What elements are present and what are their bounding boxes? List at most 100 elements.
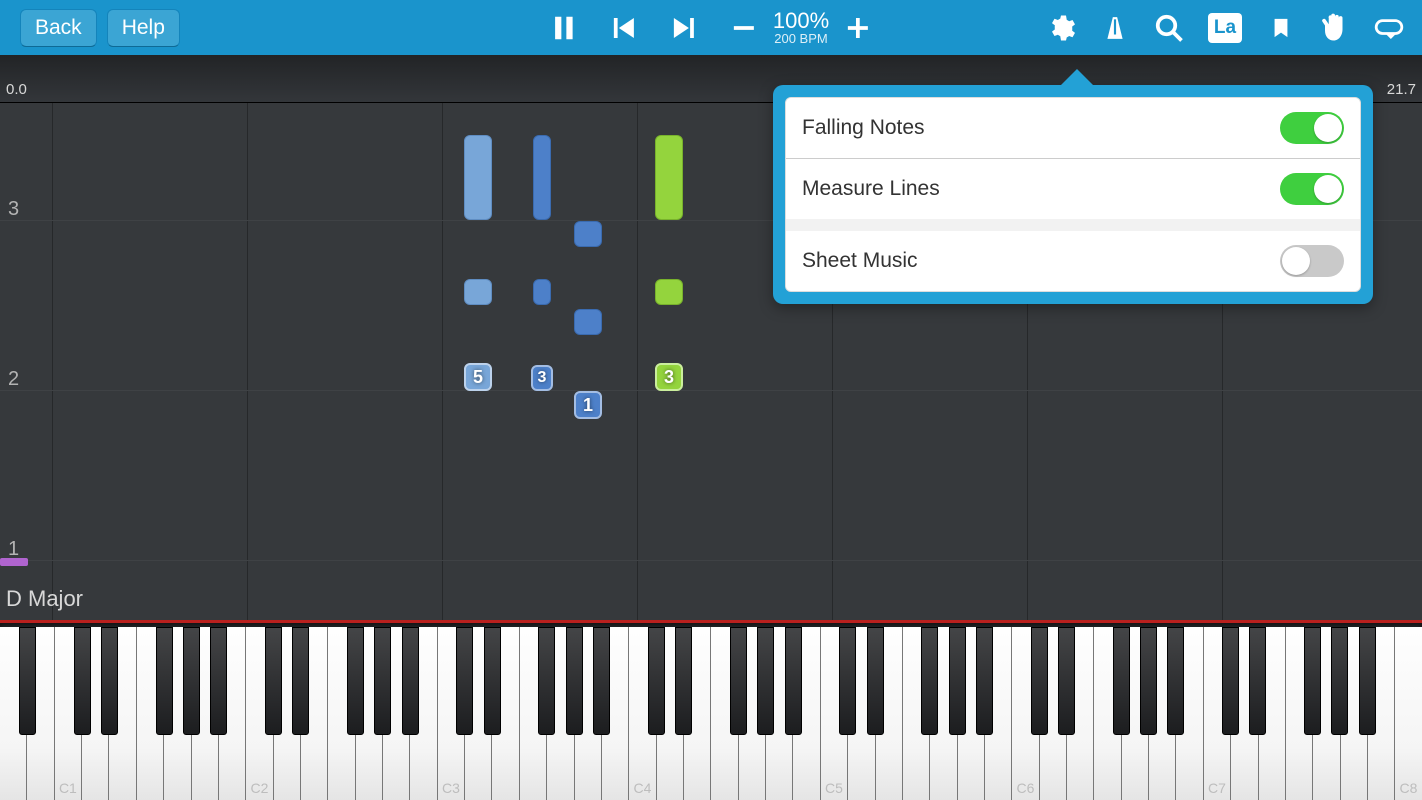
metronome-icon[interactable] [1100, 13, 1130, 43]
measure-number: 3 [8, 198, 19, 221]
help-button[interactable]: Help [107, 9, 180, 47]
speed-percent: 100% [773, 10, 829, 32]
black-key[interactable] [1304, 627, 1321, 735]
black-key[interactable] [867, 627, 884, 735]
black-key[interactable] [374, 627, 391, 735]
speed-plus-icon[interactable] [843, 13, 873, 43]
falling-note [574, 221, 602, 247]
note-name-button[interactable]: La [1208, 13, 1242, 43]
key-label: C4 [629, 780, 655, 796]
key-label: D Major [6, 586, 83, 612]
key-label: C5 [821, 780, 847, 796]
black-key[interactable] [730, 627, 747, 735]
black-key[interactable] [101, 627, 118, 735]
falling-note-finger: 1 [574, 391, 602, 419]
pause-icon[interactable] [549, 13, 579, 43]
key-label: C2 [246, 780, 272, 796]
black-key[interactable] [1031, 627, 1048, 735]
right-icon-group: La [1046, 13, 1404, 43]
black-key[interactable] [675, 627, 692, 735]
top-toolbar: Back Help 100% 200 BPM La [0, 0, 1422, 55]
falling-note [464, 135, 492, 220]
key-label: C3 [438, 780, 464, 796]
toggle-switch[interactable] [1280, 245, 1344, 277]
black-key[interactable] [538, 627, 555, 735]
black-key[interactable] [757, 627, 774, 735]
black-key[interactable] [1140, 627, 1157, 735]
measure-line [0, 560, 1422, 561]
black-key[interactable] [210, 627, 227, 735]
toggle-sheet-music[interactable]: Sheet Music [786, 231, 1360, 291]
falling-note-finger: 5 [464, 363, 492, 391]
black-key[interactable] [1359, 627, 1376, 735]
piano-keyboard[interactable]: C1 C2 C3 C4 C5 C6 C7 C8 [0, 620, 1422, 800]
falling-note [574, 309, 602, 335]
black-key[interactable] [921, 627, 938, 735]
skip-back-icon[interactable] [609, 13, 639, 43]
octave-line [442, 55, 443, 620]
black-key[interactable] [183, 627, 200, 735]
key-label: C7 [1204, 780, 1230, 796]
black-key[interactable] [1167, 627, 1184, 735]
black-key[interactable] [648, 627, 665, 735]
octave-line [52, 55, 53, 620]
black-key[interactable] [402, 627, 419, 735]
falling-note [533, 135, 551, 220]
black-key[interactable] [1249, 627, 1266, 735]
black-key[interactable] [976, 627, 993, 735]
black-key[interactable] [839, 627, 856, 735]
toggle-switch[interactable] [1280, 112, 1344, 144]
toggle-falling-notes[interactable]: Falling Notes [786, 98, 1360, 159]
octave-line [637, 55, 638, 620]
toggle-label: Sheet Music [802, 249, 918, 273]
time-start: 0.0 [6, 81, 27, 98]
falling-note [655, 279, 683, 305]
black-key[interactable] [1113, 627, 1130, 735]
zoom-icon[interactable] [1154, 13, 1184, 43]
falling-note [533, 279, 551, 305]
transport-controls: 100% 200 BPM [549, 10, 873, 45]
falling-note-finger: 3 [531, 365, 553, 391]
black-key[interactable] [1222, 627, 1239, 735]
black-key[interactable] [949, 627, 966, 735]
loop-icon[interactable] [1374, 13, 1404, 43]
falling-note [464, 279, 492, 305]
black-key[interactable] [1331, 627, 1348, 735]
speed-controls: 100% 200 BPM [729, 10, 873, 45]
falling-note-finger: 3 [655, 363, 683, 391]
settings-gear-icon[interactable] [1046, 13, 1076, 43]
back-button[interactable]: Back [20, 9, 97, 47]
speed-readout: 100% 200 BPM [773, 10, 829, 45]
toggle-label: Measure Lines [802, 177, 940, 201]
falling-note [655, 135, 683, 220]
key-label: C6 [1012, 780, 1038, 796]
toggle-label: Falling Notes [802, 116, 925, 140]
key-label: C8 [1395, 780, 1421, 796]
black-key[interactable] [484, 627, 501, 735]
time-end: 21.7 [1387, 81, 1416, 98]
black-key[interactable] [156, 627, 173, 735]
key-label: C1 [55, 780, 81, 796]
measure-line [0, 390, 1422, 391]
black-key[interactable] [265, 627, 282, 735]
measure-number: 2 [8, 368, 19, 391]
toggle-switch[interactable] [1280, 173, 1344, 205]
black-key[interactable] [593, 627, 610, 735]
black-key[interactable] [566, 627, 583, 735]
skip-forward-icon[interactable] [669, 13, 699, 43]
black-key[interactable] [456, 627, 473, 735]
black-key[interactable] [292, 627, 309, 735]
black-key[interactable] [1058, 627, 1075, 735]
octave-line [247, 55, 248, 620]
bookmark-icon[interactable] [1266, 13, 1296, 43]
speed-bpm: 200 BPM [773, 32, 829, 45]
black-key[interactable] [74, 627, 91, 735]
speed-minus-icon[interactable] [729, 13, 759, 43]
black-key[interactable] [785, 627, 802, 735]
toggle-measure-lines[interactable]: Measure Lines [786, 159, 1360, 219]
black-key[interactable] [347, 627, 364, 735]
intro-marker [0, 558, 28, 566]
view-settings-popover: Falling Notes Measure Lines Sheet Music [773, 85, 1373, 304]
hand-icon[interactable] [1320, 13, 1350, 43]
black-key[interactable] [19, 627, 36, 735]
